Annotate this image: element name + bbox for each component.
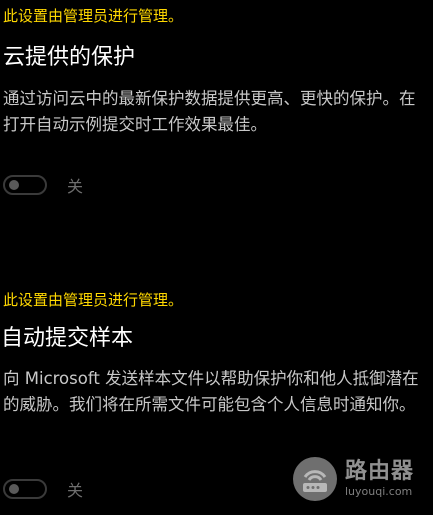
managed-by-admin-note: 此设置由管理员进行管理。 [3, 291, 184, 309]
watermark-text: 路由器 luyouqi.com [345, 459, 414, 499]
toggle-knob [9, 484, 19, 494]
cloud-protection-toggle-state: 关 [67, 177, 84, 196]
watermark-brand: 路由器 [345, 459, 415, 484]
sample-submission-title: 自动提交样本 [1, 326, 134, 351]
router-logo-icon [293, 457, 337, 501]
managed-by-admin-note: 此设置由管理员进行管理。 [3, 7, 184, 25]
sample-submission-toggle[interactable] [3, 479, 47, 499]
watermark-url: luyouqi.com [345, 485, 413, 498]
cloud-protection-title: 云提供的保护 [3, 45, 136, 70]
sample-submission-description: 向 Microsoft 发送样本文件以帮助保护你和他人抵御潜在的威胁。我们将在所… [3, 369, 419, 414]
cloud-protection-description: 通过访问云中的最新保护数据提供更高、更快的保护。在打开自动示例提交时工作效果最佳… [3, 89, 416, 134]
watermark: 路由器 luyouqi.com [293, 455, 414, 503]
sample-submission-toggle-state: 关 [67, 481, 84, 500]
cloud-protection-toggle-row: 关 [3, 172, 83, 198]
cloud-protection-toggle[interactable] [3, 175, 47, 195]
sample-submission-toggle-row: 关 [3, 476, 83, 502]
toggle-knob [9, 180, 19, 190]
